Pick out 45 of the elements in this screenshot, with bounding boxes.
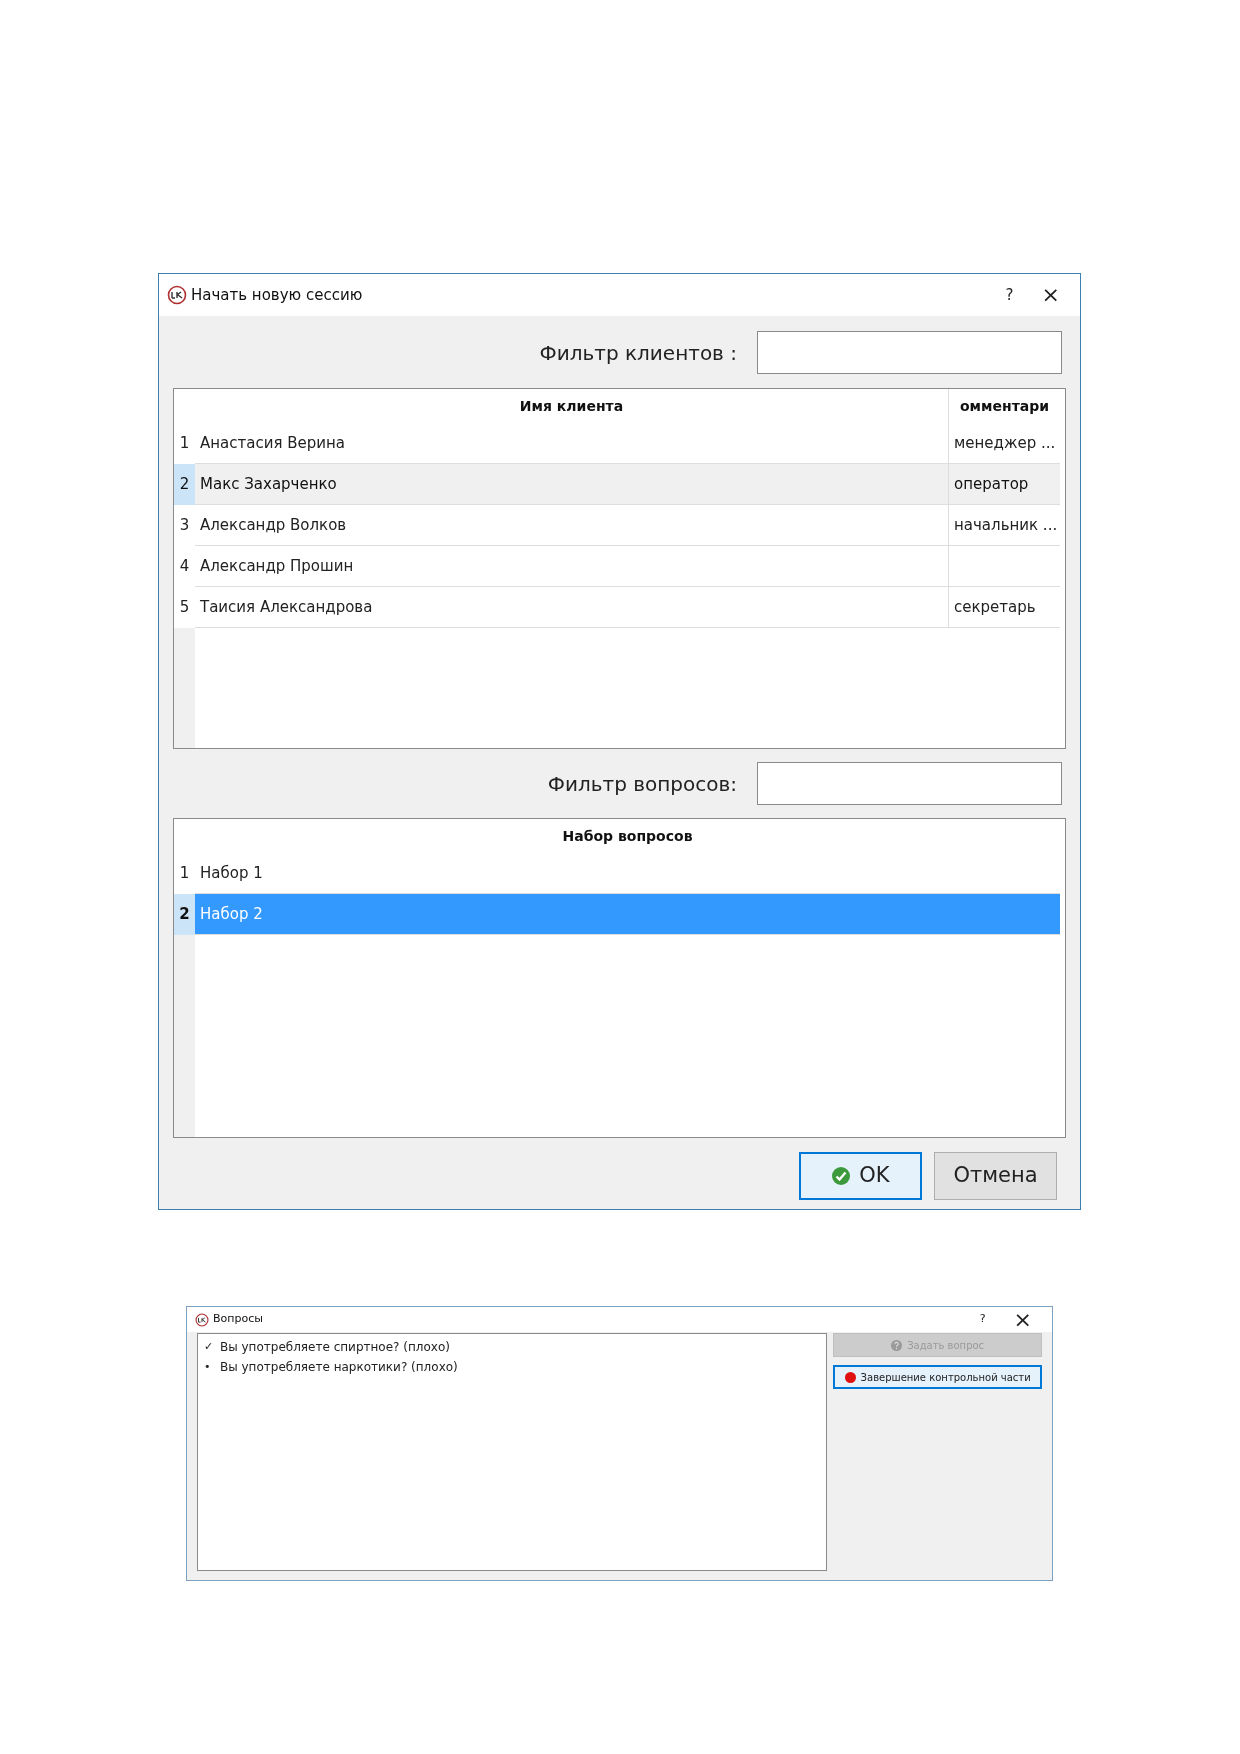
table-cell-text: Таисия Александрова — [199, 596, 374, 618]
cancel-button[interactable]: Отмена — [934, 1152, 1057, 1200]
table-cell: менеджер ... — [948, 423, 1060, 463]
app-logo-icon — [195, 1312, 209, 1327]
table-cell-text: Александр Волков — [199, 514, 348, 536]
help-button[interactable]: ? — [993, 283, 1026, 307]
table-cell: оператор — [948, 464, 1060, 504]
close-button[interactable]: × — [1001, 1308, 1044, 1331]
filter-label: Фильтр клиентов : — [539, 339, 737, 367]
table-cell: начальник ... — [948, 505, 1060, 545]
table-row[interactable]: Александр Прошин — [195, 546, 1060, 587]
help-icon — [891, 1339, 903, 1351]
filter-label: Фильтр вопросов: — [547, 770, 737, 798]
row-number: 3 — [174, 505, 195, 546]
table-cell-text: Макс Захарченко — [199, 473, 338, 495]
row-number: 1 — [174, 423, 195, 464]
status-marker: ✓ — [204, 1338, 215, 1355]
table-row[interactable]: Александр Волков начальник ... — [195, 505, 1060, 546]
dot-icon — [844, 1371, 856, 1383]
filter-field[interactable] — [757, 762, 1062, 805]
row-number: 1 — [174, 853, 195, 894]
close-button[interactable]: × — [1029, 284, 1072, 306]
app-logo-icon — [167, 285, 187, 305]
table-row[interactable]: Таисия Александрова секретарь — [195, 587, 1060, 628]
table-row[interactable]: Анастасия Верина менеджер ... — [195, 423, 1060, 464]
table-cell: секретарь — [948, 587, 1060, 627]
window-title: Вопросы — [213, 1311, 264, 1328]
table-row[interactable]: Макс Захарченко оператор — [195, 464, 1060, 505]
finish-button[interactable]: Завершение контрольной части — [833, 1365, 1042, 1389]
ok-button[interactable]: OK — [799, 1152, 922, 1200]
table-cell-text: Анастасия Верина — [199, 432, 346, 454]
question-item[interactable]: Вы употребляете наркотики? (плохо) — [220, 1358, 458, 1376]
row-number: 4 — [174, 546, 195, 587]
column-header[interactable]: Имя клиента — [195, 395, 948, 417]
row-number: 2 — [174, 464, 195, 505]
status-marker: • — [204, 1358, 212, 1375]
check-circle-icon — [831, 1166, 852, 1186]
help-button[interactable]: ? — [967, 1311, 998, 1328]
row-number: 5 — [174, 587, 195, 628]
question-item[interactable]: Вы употребляете спиртное? (плохо) — [220, 1338, 450, 1356]
table-cell-text: Александр Прошин — [199, 555, 355, 577]
filter-field[interactable] — [757, 331, 1062, 374]
row-number: 2 — [174, 894, 195, 935]
window-title: Начать новую сессию — [191, 284, 364, 306]
column-header[interactable]: Набор вопросов — [195, 825, 1060, 847]
